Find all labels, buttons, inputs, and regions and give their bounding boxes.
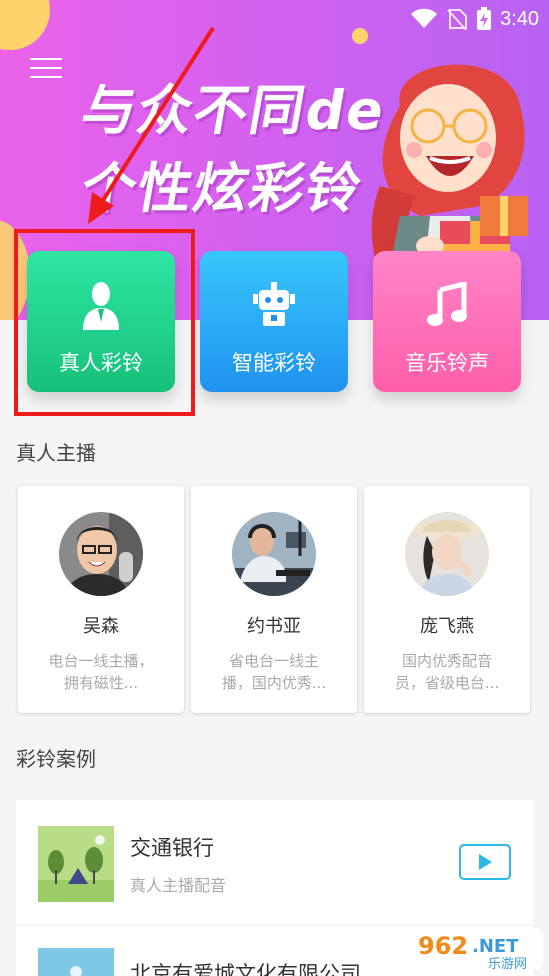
music-note-icon	[421, 279, 473, 331]
avatar	[59, 512, 143, 596]
tile-smart-ringtone[interactable]: 智能彩铃	[200, 251, 348, 392]
play-icon	[479, 854, 492, 870]
status-bar: 3:40	[410, 6, 539, 32]
case-title: 交通银行	[130, 836, 214, 860]
battery-charging-icon	[477, 7, 492, 30]
decor-circle	[0, 0, 50, 50]
case-thumbnail	[38, 948, 114, 976]
play-button[interactable]	[459, 844, 511, 880]
host-name: 庞飞燕	[420, 616, 474, 637]
wifi-icon	[411, 8, 438, 28]
case-title: 北京有爱城文化有限公司	[130, 962, 361, 976]
host-description: 国内优秀配音员，省级电台...	[394, 652, 500, 692]
watermark-cn: 乐游网	[488, 957, 527, 972]
section-title-cases: 彩铃案例	[16, 747, 96, 771]
avatar	[232, 512, 316, 596]
no-sim-icon	[447, 9, 468, 30]
section-title-hosts: 真人主播	[16, 441, 96, 465]
watermark-number: 962	[418, 932, 468, 960]
hamburger-menu-icon[interactable]	[30, 58, 62, 80]
case-thumbnail	[38, 826, 114, 902]
banner-title-line1: 与众不同de	[76, 79, 391, 142]
avatar	[405, 512, 489, 596]
host-description: 省电台一线主播，国内优秀...	[221, 652, 327, 692]
robot-icon	[248, 279, 300, 331]
host-card[interactable]: 吴森 电台一线主播，拥有磁性...	[18, 486, 184, 713]
tile-label: 音乐铃声	[405, 351, 489, 375]
site-watermark-logo: 962 .NET 乐游网	[410, 924, 545, 974]
tile-music-ringtone[interactable]: 音乐铃声	[373, 251, 521, 392]
host-name: 约书亚	[247, 616, 301, 637]
decor-dot	[352, 28, 368, 44]
case-item[interactable]: 交通银行 真人主播配音	[16, 800, 533, 924]
host-card[interactable]: 约书亚 省电台一线主播，国内优秀...	[191, 486, 357, 713]
watermark-net: .NET	[472, 936, 519, 957]
host-description: 电台一线主播，拥有磁性...	[48, 652, 154, 692]
host-name: 吴森	[83, 616, 119, 637]
annotation-highlight-box	[14, 229, 195, 416]
host-card[interactable]: 庞飞燕 国内优秀配音员，省级电台...	[364, 486, 530, 713]
case-subtitle: 真人主播配音	[130, 876, 227, 895]
clock-time: 3:40	[500, 7, 539, 30]
banner-title-line2: 个性炫彩铃	[76, 157, 368, 220]
tile-label: 智能彩铃	[232, 351, 316, 375]
